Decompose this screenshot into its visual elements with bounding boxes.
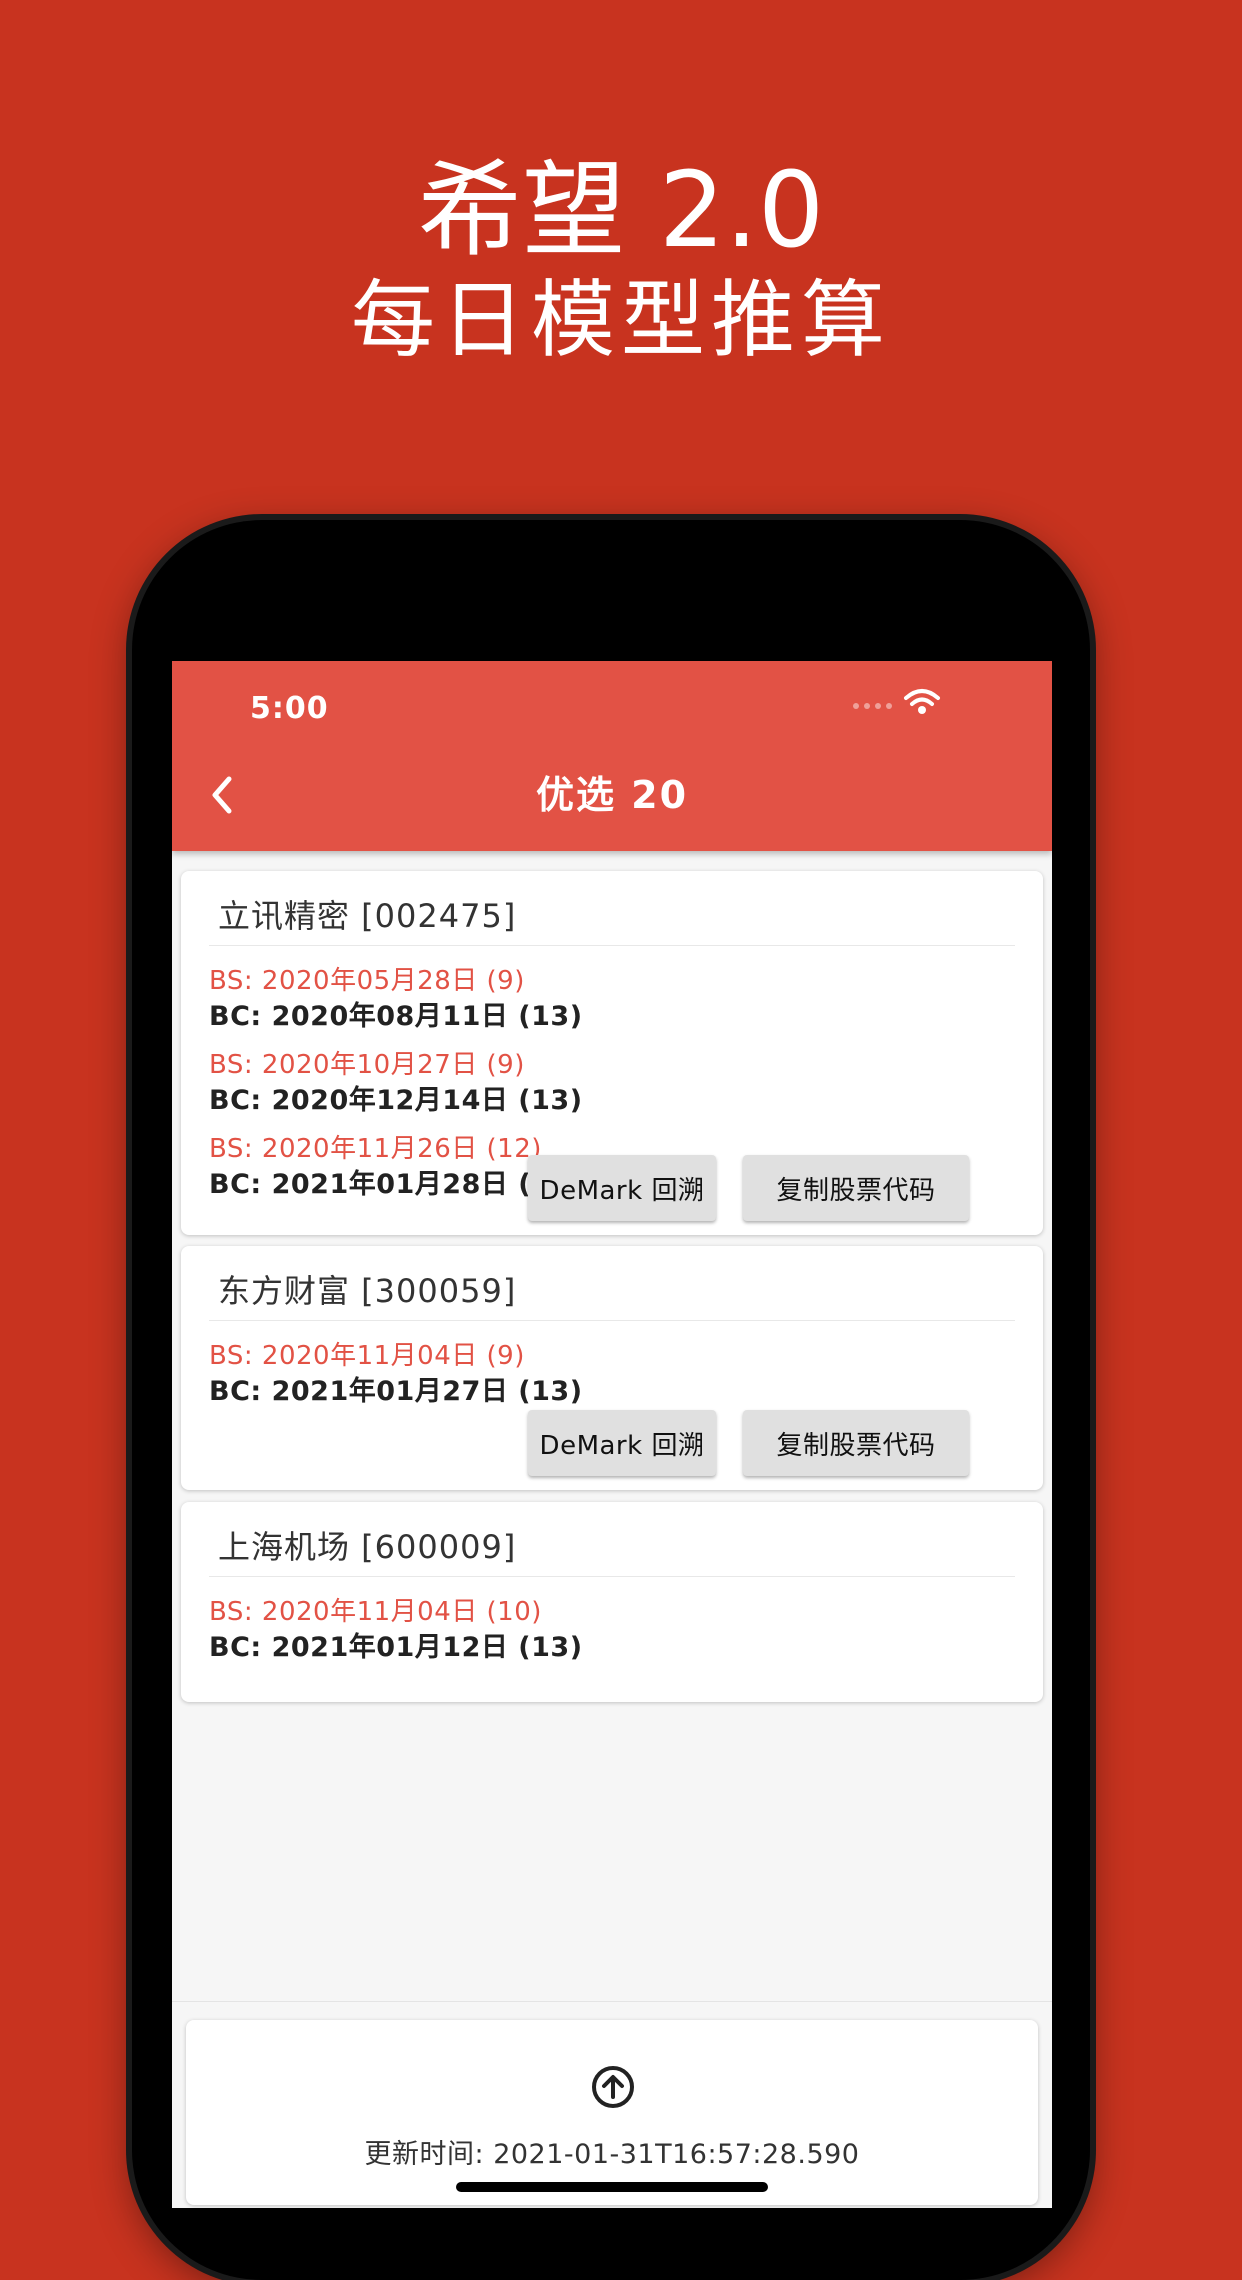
bc-signal: BC: 2020年12月14日 (13) [209, 1085, 583, 1116]
bc-signal: BC: 2021年01月27日 (13) [209, 1376, 583, 1407]
update-time-text: 更新时间: 2021-01-31T16:57:28.590 [364, 2139, 860, 2170]
home-indicator[interactable] [456, 2182, 768, 2192]
page-title: 优选 20 [535, 773, 689, 817]
signal-group: BS: 2020年11月04日 (9) BC: 2021年01月27日 (13) [209, 1338, 583, 1410]
copy-code-button[interactable]: 复制股票代码 [743, 1155, 969, 1221]
divider [209, 1576, 1015, 1577]
bs-signal: BS: 2020年11月04日 (9) [209, 1341, 525, 1371]
stock-card: 立讯精密 [002475] BS: 2020年05月28日 (9) BC: 2020… [181, 871, 1043, 1235]
wifi-icon [904, 689, 940, 714]
signal-group: BS: 2020年11月04日 (10) BC: 2021年01月12日 (13) [209, 1594, 583, 1666]
bc-signal: BC: 2020年08月11日 (13) [209, 1001, 583, 1032]
copy-code-button[interactable]: 复制股票代码 [743, 1410, 969, 1476]
promo-subtitle: 每日模型推算 [350, 271, 891, 369]
signal-group: BS: 2020年10月27日 (9) BC: 2020年12月14日 (13) [209, 1047, 583, 1119]
bs-signal: BS: 2020年11月26日 (12) [209, 1134, 542, 1164]
stock-card-title: 立讯精密 [002475] [218, 897, 517, 935]
bs-signal: BS: 2020年10月27日 (9) [209, 1050, 525, 1080]
signal-group: BS: 2020年11月26日 (12) BC: 2021年01月28日 (13) [209, 1131, 583, 1203]
signal-group: BS: 2020年05月28日 (9) BC: 2020年08月11日 (13) [209, 963, 583, 1035]
demark-backtest-button[interactable]: DeMark 回溯 [528, 1155, 716, 1221]
demark-backtest-button[interactable]: DeMark 回溯 [528, 1410, 716, 1476]
stock-card-title: 上海机场 [600009] [218, 1528, 517, 1566]
promo-title: 希望 2.0 [417, 149, 825, 271]
cellular-signal-icon [853, 703, 892, 709]
stock-card: 东方财富 [300059] BS: 2020年11月04日 (9) BC: 2021… [181, 1246, 1043, 1490]
bc-signal: BC: 2021年01月12日 (13) [209, 1632, 583, 1663]
divider [209, 945, 1015, 946]
status-time: 5:00 [250, 691, 329, 726]
stock-card: 上海机场 [600009] BS: 2020年11月04日 (10) BC: 202… [181, 1502, 1043, 1702]
update-panel: 更新时间: 2021-01-31T16:57:28.590 [172, 2001, 1052, 2208]
arrow-up-circle-icon[interactable] [590, 2064, 636, 2110]
bs-signal: BS: 2020年05月28日 (9) [209, 966, 525, 996]
stock-card-title: 东方财富 [300059] [218, 1272, 517, 1310]
bc-signal: BC: 2021年01月28日 (13) [209, 1169, 583, 1200]
divider [209, 1320, 1015, 1321]
update-card: 更新时间: 2021-01-31T16:57:28.590 [186, 2020, 1038, 2205]
app-bar: 5:00 优选 20 [172, 661, 1052, 851]
bs-signal: BS: 2020年11月04日 (10) [209, 1597, 542, 1627]
phone-screen: 5:00 优选 20 立讯精密 [002475] BS: 2020年05月28日 … [172, 661, 1052, 2208]
